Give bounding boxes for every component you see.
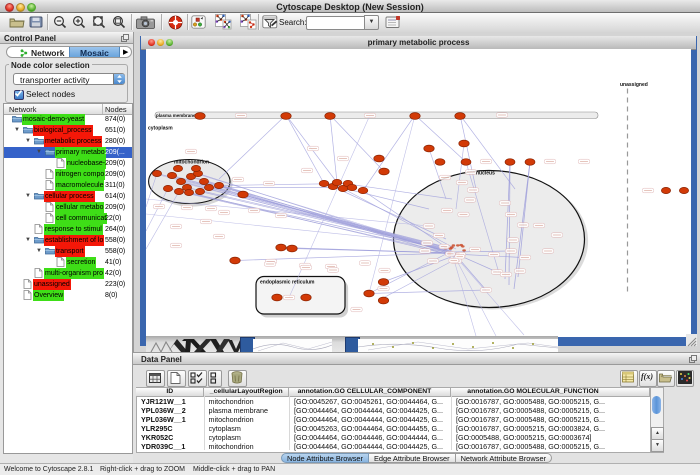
svg-text:plasma membrane: plasma membrane xyxy=(156,113,196,118)
svg-text:mitochondrion: mitochondrion xyxy=(174,159,209,165)
svg-text:cytoplasm: cytoplasm xyxy=(148,125,173,131)
svg-text:nucleus: nucleus xyxy=(476,170,495,176)
svg-text:endoplasmic reticulum: endoplasmic reticulum xyxy=(260,279,315,285)
svg-text:unassigned: unassigned xyxy=(620,82,648,88)
